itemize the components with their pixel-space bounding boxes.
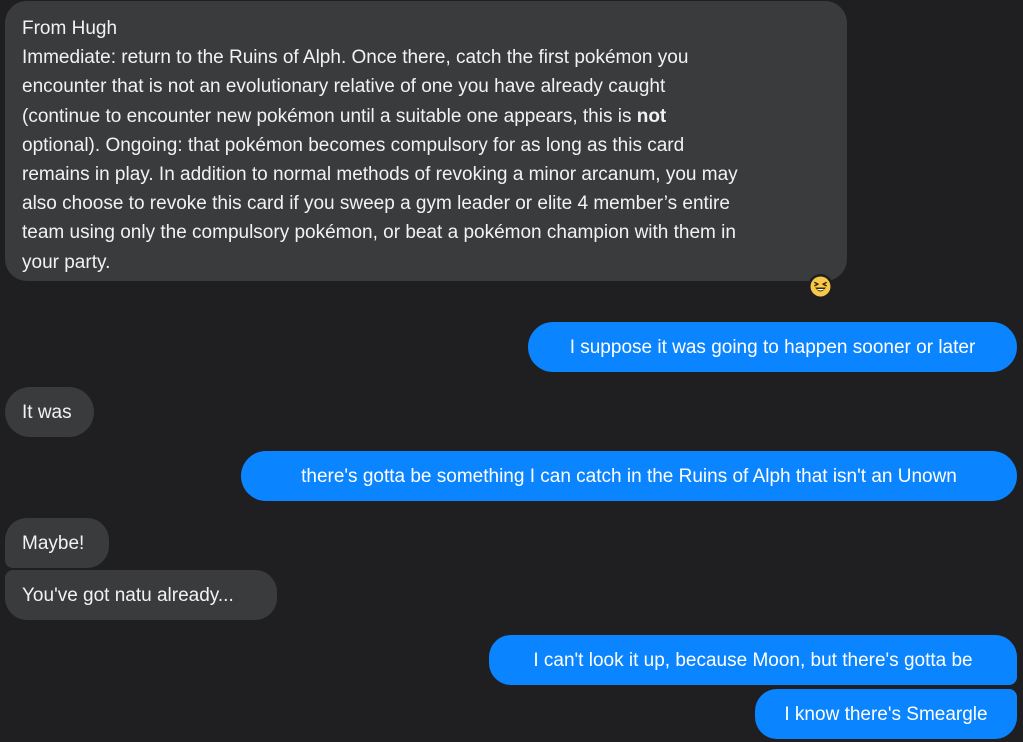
laughing-emoji-reaction[interactable]	[808, 274, 833, 299]
message-text: You've got natu already...	[22, 584, 234, 606]
incoming-message-bubble[interactable]: Maybe!	[5, 518, 109, 568]
message-text: Maybe!	[22, 532, 85, 554]
chat-thread: From Hugh Immediate: return to the Ruins…	[0, 0, 1023, 742]
message-line: From Hugh	[22, 18, 118, 39]
message-line: Immediate: return to the Ruins of Alph. …	[22, 47, 689, 69]
message-text: It was	[22, 401, 72, 423]
message-line: also choose to revoke this card if you s…	[22, 193, 730, 215]
incoming-message-bubble[interactable]: From Hugh Immediate: return to the Ruins…	[5, 1, 847, 281]
laughing-emoji-icon	[810, 276, 831, 297]
outgoing-message-bubble[interactable]: I know there's Smeargle	[755, 689, 1017, 739]
message-text: I know there's Smeargle	[784, 703, 988, 725]
message-line: your party.	[22, 251, 111, 273]
incoming-message-bubble[interactable]: You've got natu already...	[5, 570, 277, 620]
message-line: encounter that is not an evolutionary re…	[22, 76, 666, 98]
message-text: I can't look it up, because Moon, but th…	[533, 649, 973, 671]
message-line-with-emphasis: (continue to encounter new pokémon until…	[22, 102, 830, 131]
outgoing-message-bubble[interactable]: I suppose it was going to happen sooner …	[528, 322, 1017, 372]
message-line-text: (continue to encounter new pokémon until…	[22, 105, 637, 127]
message-line: remains in play. In addition to normal m…	[22, 164, 738, 186]
message-text: I suppose it was going to happen sooner …	[569, 336, 976, 358]
message-line: team using only the compulsory pokémon, …	[22, 222, 736, 244]
bold-emphasis: not	[636, 105, 667, 127]
message-text: there's gotta be something I can catch i…	[301, 465, 957, 487]
incoming-message-bubble[interactable]: It was	[5, 387, 94, 437]
outgoing-message-bubble[interactable]: I can't look it up, because Moon, but th…	[489, 635, 1017, 685]
outgoing-message-bubble[interactable]: there's gotta be something I can catch i…	[241, 451, 1017, 501]
message-line: optional). Ongoing: that pokémon becomes…	[22, 134, 685, 156]
